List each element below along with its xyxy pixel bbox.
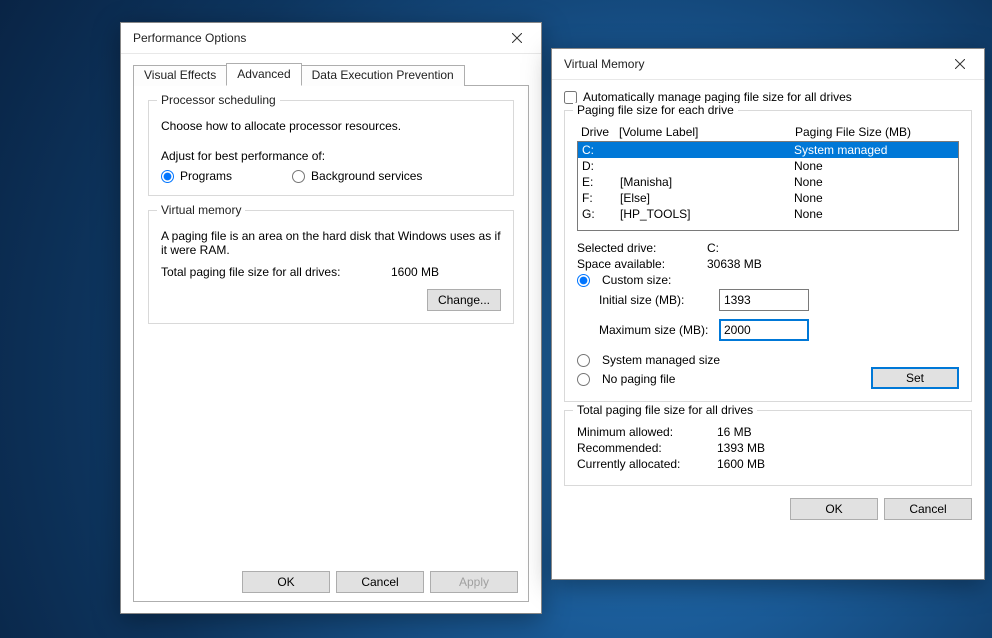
currently-allocated-label: Currently allocated: [577,457,717,471]
paging-size-legend: Paging file size for each drive [573,103,738,117]
auto-manage-checkbox[interactable]: Automatically manage paging file size fo… [564,90,972,104]
recommended-value: 1393 MB [717,441,765,455]
radio-no-paging[interactable]: No paging file [577,372,871,386]
maximum-size-label: Maximum size (MB): [599,323,719,337]
tab-dep[interactable]: Data Execution Prevention [301,65,465,86]
processor-desc: Choose how to allocate processor resourc… [161,119,501,133]
selected-drive-value: C: [707,241,719,255]
list-item[interactable]: C: System managed [578,142,958,158]
total-paging-value: 1600 MB [391,265,501,279]
initial-size-label: Initial size (MB): [599,293,719,307]
list-item[interactable]: G: [HP_TOOLS] None [578,206,958,222]
total-paging-legend: Total paging file size for all drives [573,403,757,417]
radio-none-label: No paging file [602,372,675,386]
selected-drive-label: Selected drive: [577,241,707,255]
ok-button[interactable]: OK [242,571,330,593]
set-button[interactable]: Set [871,367,959,389]
tabpage-advanced: Processor scheduling Choose how to alloc… [133,85,529,602]
radio-system-managed[interactable]: System managed size [577,353,959,367]
processor-scheduling-group: Processor scheduling Choose how to alloc… [148,100,514,196]
apply-button[interactable]: Apply [430,571,518,593]
list-item[interactable]: D: None [578,158,958,174]
radio-background-services[interactable]: Background services [292,169,422,183]
radio-programs-label: Programs [180,169,232,183]
virtual-memory-group: Virtual memory A paging file is an area … [148,210,514,324]
space-available-value: 30638 MB [707,257,762,271]
performance-titlebar[interactable]: Performance Options [121,23,541,54]
space-available-label: Space available: [577,257,707,271]
total-paging-group: Total paging file size for all drives Mi… [564,410,972,486]
performance-title: Performance Options [133,31,246,45]
maximum-size-input[interactable] [719,319,809,341]
adjust-label: Adjust for best performance of: [161,149,501,163]
list-item[interactable]: F: [Else] None [578,190,958,206]
cancel-button[interactable]: Cancel [884,498,972,520]
cancel-button[interactable]: Cancel [336,571,424,593]
change-button[interactable]: Change... [427,289,501,311]
radio-programs[interactable]: Programs [161,169,232,183]
recommended-label: Recommended: [577,441,717,455]
header-drive: Drive [581,125,619,139]
performance-options-dialog: Performance Options Visual Effects Advan… [120,22,542,614]
virtual-titlebar[interactable]: Virtual Memory [552,49,984,80]
paging-size-each-drive-group: Paging file size for each drive Drive [V… [564,110,972,402]
processor-scheduling-legend: Processor scheduling [157,93,280,107]
header-volume-label: [Volume Label] [619,125,795,139]
virtual-memory-dialog: Virtual Memory Automatically manage pagi… [551,48,985,580]
radio-background-label: Background services [311,169,422,183]
tab-advanced[interactable]: Advanced [226,63,301,86]
radio-system-label: System managed size [602,353,720,367]
auto-manage-label: Automatically manage paging file size fo… [583,90,852,104]
ok-button[interactable]: OK [790,498,878,520]
header-paging-size: Paging File Size (MB) [795,125,955,139]
currently-allocated-value: 1600 MB [717,457,765,471]
minimum-allowed-label: Minimum allowed: [577,425,717,439]
drive-listbox[interactable]: C: System managed D: None E: [Manisha] N… [577,141,959,231]
initial-size-input[interactable] [719,289,809,311]
tab-visual-effects[interactable]: Visual Effects [133,65,227,86]
close-icon[interactable] [944,53,976,75]
list-item[interactable]: E: [Manisha] None [578,174,958,190]
radio-custom-size[interactable]: Custom size: [577,273,959,287]
radio-custom-label: Custom size: [602,273,671,287]
total-paging-label: Total paging file size for all drives: [161,265,391,279]
virtual-memory-legend: Virtual memory [157,203,245,217]
tabstrip: Visual Effects Advanced Data Execution P… [133,64,529,86]
virtual-title: Virtual Memory [564,57,644,71]
virtual-desc: A paging file is an area on the hard dis… [161,229,501,257]
drive-list-header: Drive [Volume Label] Paging File Size (M… [577,123,959,141]
minimum-allowed-value: 16 MB [717,425,752,439]
close-icon[interactable] [501,27,533,49]
